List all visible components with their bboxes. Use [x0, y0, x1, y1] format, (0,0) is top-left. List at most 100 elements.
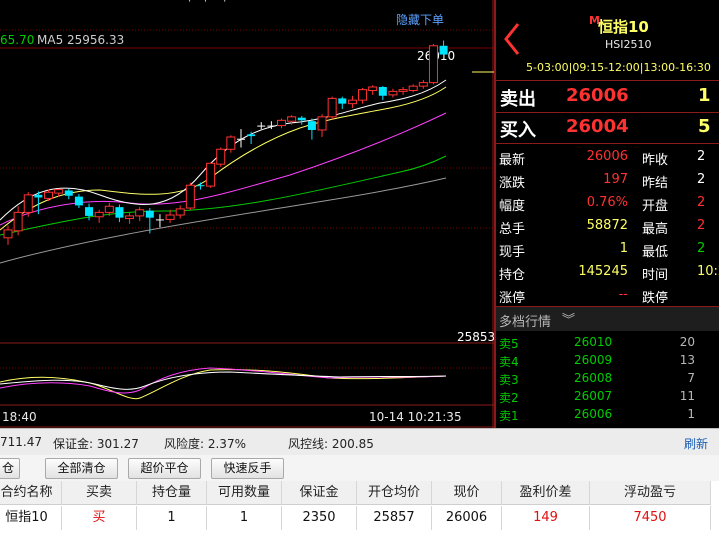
table-cell[interactable]: 26006 [432, 506, 502, 530]
column-header[interactable]: 开仓均价 [357, 481, 432, 505]
hide-orders-label[interactable]: 隐藏下单 [396, 13, 444, 27]
candle-body [378, 87, 387, 96]
stat-value: 2 [697, 195, 706, 210]
button-bar: 仓 全部清仓 超价平仓 快速反手 [0, 455, 719, 481]
stat-label: 最低 [642, 245, 669, 260]
table-cell[interactable]: 1 [207, 506, 282, 530]
depth-label: 卖2 [499, 391, 519, 405]
trading-window: { "chart": { "hide_orders_label": "隐藏下单"… [0, 0, 719, 543]
stat-value: 2 [697, 218, 706, 233]
candle-body [3, 229, 13, 239]
candle-body [408, 85, 418, 92]
stat-value: 10:2 [697, 264, 719, 279]
depth-row[interactable]: 卖5 26010 20 [496, 333, 719, 351]
candle-body [428, 45, 438, 84]
candle-body [297, 117, 306, 121]
column-header[interactable]: 持仓量 [137, 481, 207, 505]
buy-qty: 5 [698, 116, 711, 137]
column-header[interactable]: 合约名称 [0, 481, 62, 505]
depth-header[interactable]: 多档行情 ︾ [496, 307, 719, 331]
column-header[interactable]: 现价 [432, 481, 502, 505]
stat-label: 最新 [499, 153, 526, 168]
stat-label: 时间 [642, 268, 669, 283]
candle-body [64, 190, 73, 196]
ma5-label: MA5 25956.33 [37, 33, 124, 47]
candle-body [135, 209, 145, 217]
column-header[interactable]: 可用数量 [207, 481, 282, 505]
sell-row[interactable]: 卖出 26006 1 [496, 84, 719, 110]
sell-qty: 1 [698, 85, 711, 106]
table-cell[interactable]: 恒指10 [0, 506, 62, 530]
table-cell[interactable]: 149 [502, 506, 590, 530]
stat-row: 现手 1 最低 2 [496, 238, 719, 260]
depth-label: 卖4 [499, 355, 519, 369]
candle-body [74, 196, 83, 206]
refresh-link[interactable]: 刷新 [684, 435, 708, 452]
close-all-button[interactable]: 全部清仓 [45, 458, 118, 479]
depth-label: 卖5 [499, 337, 519, 351]
stat-label: 最高 [642, 222, 669, 237]
trading-sessions: 5-03:00|09:15-12:00|13:00-16:30 [526, 61, 711, 74]
stat-value: 197 [603, 172, 628, 187]
candle-body [338, 98, 347, 104]
candle-body [145, 210, 154, 218]
stat-value: 2 [697, 149, 706, 164]
stat-value: 2 [697, 241, 706, 256]
depth-row[interactable]: 卖4 26009 13 [496, 351, 719, 369]
candle-body [23, 194, 33, 213]
buy-label: 买入 [500, 120, 536, 141]
column-header[interactable]: 买卖 [62, 481, 137, 505]
table-cell[interactable]: 2350 [282, 506, 357, 530]
table-cell[interactable]: 1 [137, 506, 207, 530]
candle-body [175, 208, 185, 216]
candle-body [13, 211, 23, 232]
candle-body [347, 99, 357, 105]
balance-value: 711.47 [0, 435, 42, 449]
table-cell[interactable]: 买 [62, 506, 137, 530]
stat-label: 开盘 [642, 199, 669, 214]
candle-body [185, 184, 195, 209]
candle-body [104, 205, 114, 213]
close-over-price-button[interactable]: 超价平仓 [128, 458, 201, 479]
symbol-name: 恒指10 [598, 18, 649, 36]
depth-price: 26007 [574, 389, 613, 403]
risk-label: 风险度: 2.37% [164, 437, 246, 451]
stat-label: 持仓 [499, 268, 526, 283]
ma-value-label: 65.70 [0, 33, 34, 47]
buy-row[interactable]: 买入 26004 5 [496, 115, 719, 141]
table-cell[interactable]: 7450 [590, 506, 711, 530]
table-cell[interactable]: 25857 [357, 506, 432, 530]
candle-body [439, 45, 448, 55]
candle-body [418, 82, 428, 87]
sell-label: 卖出 [500, 89, 536, 110]
candle-body [267, 125, 276, 127]
kline-chart[interactable]: ⌐┘⌐┘ ⌐┘ 隐藏下单 65.70 MA5 25956.33 26010 25… [0, 0, 494, 428]
depth-price: 26009 [574, 353, 613, 367]
quick-reverse-button[interactable]: 快速反手 [211, 458, 284, 479]
candle-body [115, 207, 124, 218]
stat-value: 2 [697, 172, 706, 187]
buy-price: 26004 [566, 116, 629, 137]
stat-row: 幅度 0.76% 开盘 2 [496, 192, 719, 214]
depth-row[interactable]: 卖3 26008 7 [496, 369, 719, 387]
time-left-label: 18:40 [2, 410, 37, 424]
stat-value: 1 [619, 241, 628, 256]
column-header[interactable]: 保证金 [282, 481, 357, 505]
stat-label: 昨结 [642, 176, 669, 191]
depth-row[interactable]: 卖2 26007 11 [496, 387, 719, 405]
column-header[interactable]: 盈利价差 [502, 481, 590, 505]
position-button[interactable]: 仓 [0, 458, 20, 479]
sell-price: 26006 [566, 85, 629, 106]
stat-row: 最新 26006 昨收 2 [496, 146, 719, 168]
stat-value: 58872 [586, 218, 628, 233]
stat-row: 总手 58872 最高 2 [496, 215, 719, 237]
depth-qty: 1 [687, 407, 695, 421]
back-arrow-icon[interactable] [502, 20, 524, 58]
candle-body [398, 89, 408, 92]
column-header[interactable]: 浮动盈亏 [590, 481, 711, 505]
stat-row: 涨跌 197 昨结 2 [496, 169, 719, 191]
stat-row: 涨停 -- 跌停 [496, 284, 719, 306]
stat-value: -- [618, 287, 628, 302]
depth-row[interactable]: 卖1 26006 1 [496, 405, 719, 423]
candle-body [125, 215, 135, 220]
